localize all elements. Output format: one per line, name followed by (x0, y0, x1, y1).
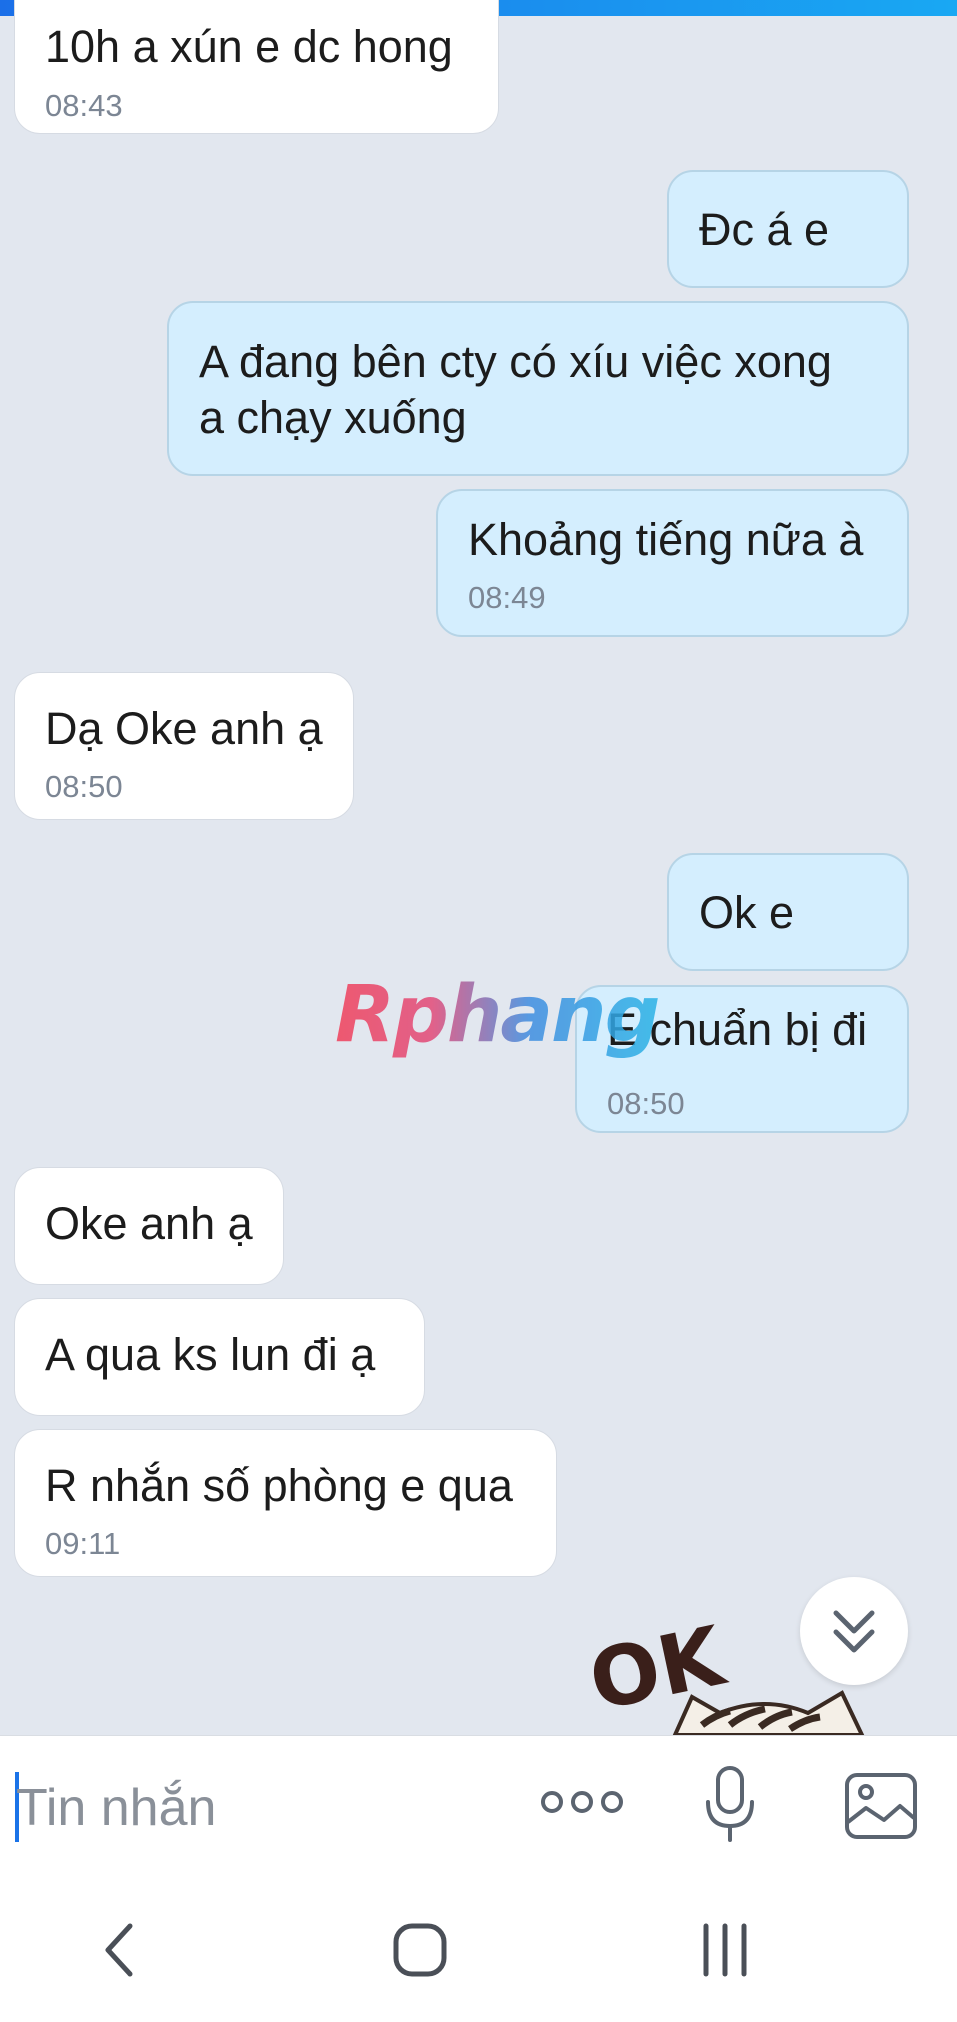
message-bubble-received[interactable]: Dạ Oke anh ạ 08:50 (14, 672, 354, 820)
message-bubble-received[interactable]: A qua ks lun đi ạ (14, 1298, 425, 1416)
message-composer: Tin nhắn (0, 1735, 957, 1876)
recent-apps-icon[interactable] (700, 1922, 750, 1978)
home-icon[interactable] (392, 1922, 448, 1978)
message-bubble-sent[interactable]: A đang bên cty có xíu việc xong a chạy x… (167, 301, 909, 476)
watermark-logo: Rphang (335, 970, 660, 1060)
back-icon[interactable] (98, 1920, 138, 1980)
message-text-line-2: a chạy xuống (199, 392, 467, 443)
more-options-icon[interactable] (535, 1772, 629, 1832)
message-text: 10h a xún e dc hong (45, 21, 453, 72)
message-time: 08:50 (45, 769, 123, 804)
system-navigation-bar (0, 1876, 957, 2022)
message-text: Dạ Oke anh ạ (45, 703, 323, 754)
message-text: Khoảng tiếng nữa à (468, 514, 864, 565)
image-icon[interactable] (844, 1772, 918, 1840)
sticker-ok-cat[interactable]: OK (580, 1609, 900, 1737)
message-bubble-received[interactable]: R nhắn số phòng e qua 09:11 (14, 1429, 557, 1577)
message-bubble-received[interactable]: Oke anh ạ (14, 1167, 284, 1285)
message-text: A qua ks lun đi ạ (45, 1329, 376, 1380)
microphone-icon[interactable] (702, 1764, 758, 1844)
message-text-line-1: A đang bên cty có xíu việc xong (199, 336, 832, 387)
message-bubble-sent[interactable]: Đc á e (667, 170, 909, 288)
message-bubble-sent[interactable]: Ok e (667, 853, 909, 971)
message-time: 08:50 (607, 1086, 685, 1121)
message-input[interactable]: Tin nhắn (16, 1776, 216, 1840)
message-text: R nhắn số phòng e qua (45, 1460, 513, 1511)
message-text: Đc á e (699, 204, 830, 255)
message-time: 08:43 (45, 88, 123, 123)
message-bubble-received[interactable]: 10h a xún e dc hong 08:43 (14, 0, 499, 134)
message-bubble-sent[interactable]: Khoảng tiếng nữa à 08:49 (436, 489, 909, 637)
message-time: 08:49 (468, 580, 546, 615)
message-text: Ok e (699, 887, 795, 938)
message-time: 09:11 (45, 1526, 121, 1561)
message-text: Oke anh ạ (45, 1198, 253, 1249)
